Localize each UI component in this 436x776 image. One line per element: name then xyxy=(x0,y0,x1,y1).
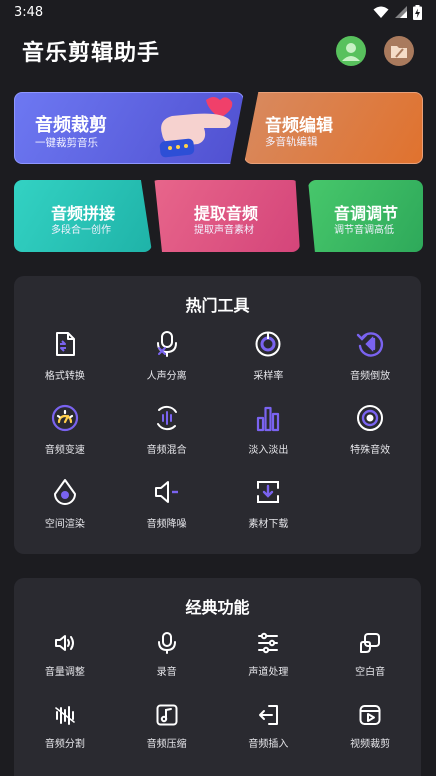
status-icons xyxy=(373,4,422,20)
channel-sliders-icon xyxy=(258,632,279,654)
vocal-separation-icon xyxy=(156,331,177,357)
folder-music-icon xyxy=(391,46,407,58)
card-audio-edit[interactable]: 音频编辑 多音轨编辑 xyxy=(244,92,423,164)
tool-label: 音频分割 xyxy=(44,739,85,750)
classic-features-grid: 音量调整 录音 声道处理 空白音 音频分割 音频压缩 音频插入 视频裁剪 xyxy=(14,630,421,774)
status-time: 3:48 xyxy=(14,4,44,20)
format-convert-icon xyxy=(55,332,75,356)
tool-channel[interactable]: 声道处理 xyxy=(218,630,320,702)
tool-label: 空间渲染 xyxy=(44,519,85,530)
card-subtitle: 提取声音素材 xyxy=(194,225,254,236)
tool-label: 录音 xyxy=(156,667,177,678)
pointing-hand-illustration xyxy=(159,97,233,158)
tool-split[interactable]: 音频分割 xyxy=(14,702,116,774)
tool-label: 素材下载 xyxy=(248,519,289,530)
volume-icon xyxy=(54,635,74,651)
status-bar: 3:48 xyxy=(0,0,436,24)
hot-tools-panel: 热门工具 格式转换 人声分离 采样率 音频倒放 音频变速 音频混合 淡入淡出 特… xyxy=(14,276,421,554)
tool-label: 视频裁剪 xyxy=(350,739,391,750)
section-title: 经典功能 xyxy=(185,598,250,617)
battery-charging-icon xyxy=(413,4,422,20)
tool-label: 空白音 xyxy=(355,667,386,678)
works-button[interactable] xyxy=(384,36,414,66)
fade-icon xyxy=(257,406,280,432)
download-icon xyxy=(257,481,280,503)
section-title: 热门工具 xyxy=(185,296,250,315)
signal-icon xyxy=(395,6,407,18)
card-title: 音频编辑 xyxy=(265,116,333,136)
card-title: 音频裁剪 xyxy=(35,115,107,136)
tool-volume[interactable]: 音量调整 xyxy=(14,630,116,702)
card-extract-audio[interactable]: 提取音频 提取声音素材 xyxy=(154,180,300,252)
compress-icon xyxy=(156,704,178,726)
insert-icon xyxy=(259,705,279,725)
tool-label: 淡入淡出 xyxy=(248,445,289,456)
tool-insert[interactable]: 音频插入 xyxy=(218,702,320,774)
card-subtitle: 一键裁剪音乐 xyxy=(35,137,98,149)
tool-reverse[interactable]: 音频倒放 xyxy=(319,328,421,402)
reverse-icon xyxy=(356,332,384,357)
tool-label: 音频倒放 xyxy=(350,371,391,382)
profile-button[interactable] xyxy=(336,36,366,66)
tool-compress[interactable]: 音频压缩 xyxy=(116,702,218,774)
card-subtitle: 多音轨编辑 xyxy=(265,136,318,148)
hot-tools-grid: 格式转换 人声分离 采样率 音频倒放 音频变速 音频混合 淡入淡出 特殊音效 空… xyxy=(14,328,421,550)
tool-label: 音频插入 xyxy=(248,739,289,750)
tool-label: 人声分离 xyxy=(146,371,187,382)
app-title: 音乐剪辑助手 xyxy=(22,41,161,66)
tool-download[interactable]: 素材下载 xyxy=(218,476,320,550)
microphone-icon xyxy=(157,632,176,654)
tool-mix[interactable]: 音频混合 xyxy=(116,402,218,476)
tool-label: 特殊音效 xyxy=(350,445,391,456)
tool-sample-rate[interactable]: 采样率 xyxy=(218,328,320,402)
card-pitch-adjust[interactable]: 音调调节 调节音调高低 xyxy=(308,180,423,252)
card-subtitle: 多段合一创作 xyxy=(51,225,111,236)
tool-video-trim[interactable]: 视频裁剪 xyxy=(319,702,421,774)
card-audio-splice[interactable]: 音频拼接 多段合一创作 xyxy=(14,180,152,252)
video-trim-icon xyxy=(359,705,381,725)
tool-label: 音频压缩 xyxy=(146,739,187,750)
special-effect-icon xyxy=(357,405,384,431)
app-header: 音乐剪辑助手 xyxy=(0,28,436,74)
tool-label: 音量调整 xyxy=(44,667,85,678)
tool-label: 声道处理 xyxy=(248,667,289,678)
spatial-render-icon xyxy=(53,479,76,505)
header-actions xyxy=(336,36,414,66)
tool-format-convert[interactable]: 格式转换 xyxy=(14,328,116,402)
sample-rate-icon xyxy=(255,331,281,357)
blank-audio-icon xyxy=(360,633,381,653)
speed-icon xyxy=(51,404,78,432)
tool-special-effect[interactable]: 特殊音效 xyxy=(319,402,421,476)
wifi-icon xyxy=(373,6,389,18)
tool-label: 音频降噪 xyxy=(146,519,187,530)
tool-vocal-separation[interactable]: 人声分离 xyxy=(116,328,218,402)
mix-icon xyxy=(156,405,177,431)
tool-blank-audio[interactable]: 空白音 xyxy=(319,630,421,702)
noise-reduction-icon xyxy=(154,481,178,503)
tool-spatial-render[interactable]: 空间渲染 xyxy=(14,476,116,550)
user-icon xyxy=(342,43,360,61)
tool-label: 采样率 xyxy=(253,371,284,382)
tool-fade[interactable]: 淡入淡出 xyxy=(218,402,320,476)
tool-record[interactable]: 录音 xyxy=(116,630,218,702)
split-icon xyxy=(55,706,75,725)
tool-noise-reduction[interactable]: 音频降噪 xyxy=(116,476,218,550)
classic-features-panel: 经典功能 音量调整 录音 声道处理 空白音 音频分割 音频压缩 音频插入 视频裁… xyxy=(14,578,421,776)
tool-label: 音频混合 xyxy=(146,445,187,456)
tool-label: 格式转换 xyxy=(44,371,85,382)
tool-speed[interactable]: 音频变速 xyxy=(14,402,116,476)
tool-label: 音频变速 xyxy=(44,445,85,456)
card-subtitle: 调节音调高低 xyxy=(334,225,394,236)
